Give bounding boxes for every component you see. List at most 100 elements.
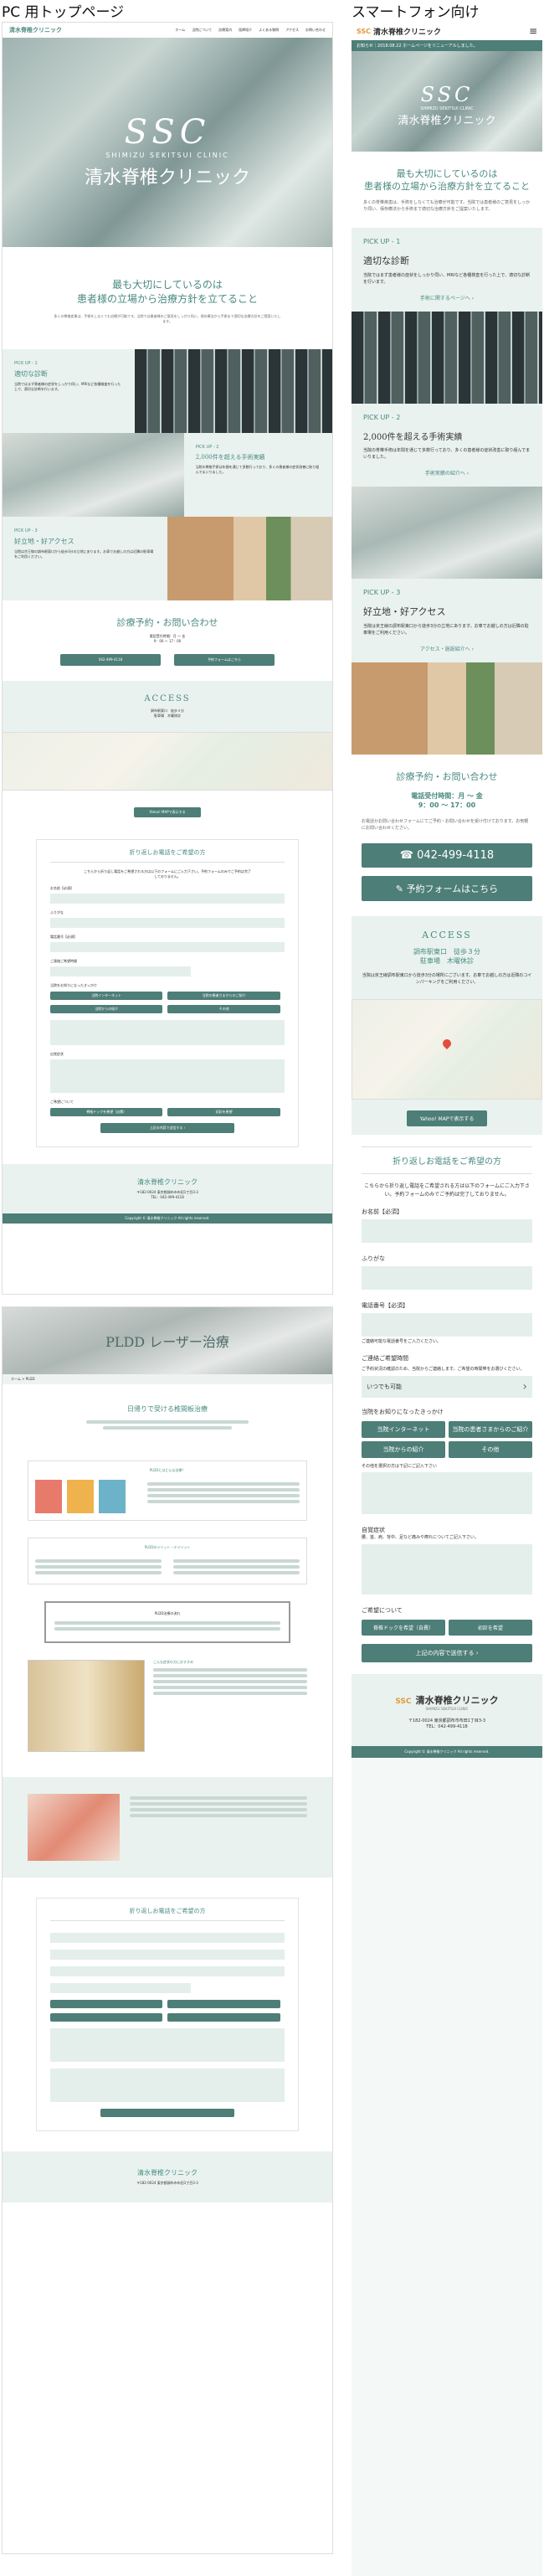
logo[interactable]: 清水脊椎クリニック <box>9 26 62 34</box>
pldd-neck-block <box>3 1777 332 1878</box>
nav-contact[interactable]: お問い合わせ <box>305 28 326 33</box>
pc-req-opt-2[interactable]: 初診を希望 <box>167 1108 280 1116</box>
nav-doctor[interactable]: 医師紹介 <box>239 28 252 33</box>
sp-form-button[interactable]: ✎ 予約フォームはこちら <box>362 876 532 901</box>
pldd-other-textarea[interactable] <box>50 2028 285 2062</box>
pldd-source-opt-1[interactable] <box>50 2000 163 2008</box>
pc-footer-logo: 清水脊椎クリニック <box>137 1178 198 1186</box>
pldd-neck-image <box>28 1794 120 1861</box>
sp-source-opt-1[interactable]: 当院インターネット <box>362 1421 445 1438</box>
pc-source-opt-2[interactable]: 当院の患者さまからのご紹介 <box>167 992 280 1000</box>
sp-symptom-textarea[interactable] <box>362 1544 532 1595</box>
sp-menu-icon[interactable]: ≡ <box>529 25 537 37</box>
sp-pick3-title: 好立地・好アクセス <box>363 606 446 617</box>
pc-req-opt-1[interactable]: 脊椎ドックを希望（自費） <box>50 1108 163 1116</box>
sp-pick1-tag: PICK UP - 1 <box>363 238 401 245</box>
sp-access-body: 当院は京王線調布駅東口から徒歩3分の場所にございます。お車でお越しの方は近隣のコ… <box>362 973 532 985</box>
pick1-title: 適切な診断 <box>14 370 48 378</box>
sp-source-opt-2[interactable]: 当院の患者さまからのご紹介 <box>448 1421 532 1438</box>
nav-faq[interactable]: よくある質問 <box>259 28 279 33</box>
pldd-symptom-textarea[interactable] <box>50 2069 285 2102</box>
pc-tel-input[interactable] <box>50 942 285 952</box>
nav-access[interactable]: アクセス <box>285 28 299 33</box>
sp-pick3-image <box>352 662 542 755</box>
pldd-tel-input[interactable] <box>50 1966 285 1976</box>
sp-pick1-link[interactable]: 手術に関するページへ › <box>363 294 531 301</box>
intro-section: 最も大切にしているのは 患者様の立場から治療方針を立てること 多くの脊椎疾患は、… <box>3 247 332 349</box>
sp-time-select[interactable]: いつでも可能 › <box>362 1376 532 1398</box>
sp-req-opt-1[interactable]: 脊椎ドックを希望（自費） <box>362 1620 445 1636</box>
nav-home[interactable]: ホーム <box>175 28 185 33</box>
pldd-time-select[interactable] <box>50 1983 191 1993</box>
pldd-form-title: 折り返しお電話をご希望の方 <box>50 1907 285 1921</box>
pc-form-intro: こちらから折り返し電話をご希望される方は以下のフォームにご入力下さい。予約フォー… <box>84 869 251 878</box>
pldd-name-input[interactable] <box>50 1933 285 1943</box>
sp-submit-button[interactable]: 上記の内容で送信する › <box>362 1644 532 1662</box>
sp-phone-button[interactable]: ☎ 042-499-4118 <box>362 843 532 868</box>
sp-access-closed: 駐車場 木曜休診 <box>420 957 474 965</box>
sp-contact-note: お電話かお問い合わせフォームにてご予約・お問い合わせを受け付けております。お気軽… <box>362 819 529 831</box>
pc-kana-input[interactable] <box>50 918 285 928</box>
pc-name-input[interactable] <box>50 894 285 904</box>
pc-submit-button[interactable]: 上記の内容で送信する › <box>100 1123 234 1133</box>
sp-tel-input[interactable] <box>362 1313 532 1337</box>
pc-phone-button[interactable]: 042-499-4118 <box>60 654 161 666</box>
pldd-card1-title: PLDDとはどんな治療？ <box>149 1468 186 1472</box>
pc-pldd-page: PLDD レーザー治療 ホーム > PLDD 日帰りで受ける椎間板治療 PLDD… <box>2 1306 333 2554</box>
sp-pick2-link[interactable]: 手術実績の紹介へ › <box>363 469 531 477</box>
sp-pick3-body: 当院は京王線の調布駅東口から徒歩3分の立地にあります。お車でお越しの方は近隣の駐… <box>363 624 529 636</box>
sp-map-button[interactable]: Yahoo! MAPで表示する <box>406 1110 488 1126</box>
sp-form-time-label: ご連絡ご希望時間 <box>362 1355 408 1362</box>
sp-kana-input[interactable] <box>362 1266 532 1290</box>
pldd-submit-button[interactable] <box>100 2109 234 2117</box>
pldd-title: PLDD レーザー治療 <box>105 1334 229 1350</box>
sp-label: スマートフォン向け <box>352 4 480 21</box>
sp-contact-hours-time: 9：00 ～ 17：00 <box>418 801 476 809</box>
pc-map-button[interactable]: Yahoo! MAPで表示する <box>134 807 201 817</box>
sp-pick-3: PICK UP - 3 好立地・好アクセス 当院は京王線の調布駅東口から徒歩3分… <box>352 579 542 662</box>
sp-req-opt-2[interactable]: 初診を希望 <box>448 1620 532 1636</box>
nav-medical[interactable]: 診療案内 <box>218 28 232 33</box>
pc-form-title: 折り返しお電話をご希望の方 <box>50 848 285 863</box>
sp-footer-addr: 〒182-0024 東京都調布市布田1丁目3-3 <box>408 1718 485 1723</box>
pc-symptom-textarea[interactable] <box>50 1059 285 1093</box>
sp-source-opt-3[interactable]: 当院からの紹介 <box>362 1441 445 1458</box>
sp-news-banner[interactable]: お知らせ｜2018.08.22 ホームページをリニューアルしました。 <box>352 40 542 51</box>
sp-intro-lead1: 最も大切にしているのは <box>396 168 498 179</box>
sp-form: 折り返しお電話をご希望の方 こちらから折り返し電話をご希望される方は以下のフォー… <box>352 1135 542 1674</box>
pc-other-textarea[interactable] <box>50 1020 285 1045</box>
pldd-source-opt-3[interactable] <box>50 2013 163 2022</box>
sp-name-input[interactable] <box>362 1219 532 1243</box>
pc-pick-3: PICK UP - 3 好立地・好アクセス 当院は京王線の調布駅東口から徒歩3分… <box>3 517 332 600</box>
sp-other-textarea[interactable] <box>362 1472 532 1514</box>
pldd-source-opt-2[interactable] <box>167 2000 280 2008</box>
sp-copyright: Copyright © 清水脊椎クリニック All rights reserve… <box>352 1746 542 1758</box>
pldd-source-opt-4[interactable] <box>167 2013 280 2022</box>
pc-form-button[interactable]: 予約フォームはこちら <box>174 654 275 666</box>
sp-pick3-link[interactable]: アクセス・施設紹介へ › <box>363 645 531 652</box>
pc-source-opt-3[interactable]: 当院からの紹介 <box>50 1005 163 1013</box>
hero-logo-mark: SSC <box>124 113 211 152</box>
pldd-kana-input[interactable] <box>50 1950 285 1960</box>
pc-contact-title: 診療予約・お問い合わせ <box>116 617 218 628</box>
sp-form-intro: こちらから折り返し電話をご希望される方は以下のフォームにご入力下さい。予約フォー… <box>364 1183 530 1198</box>
pc-nav: ホーム 当院について 診療案内 医師紹介 よくある質問 アクセス お問い合わせ <box>175 28 326 33</box>
pc-footer-tel: TEL：042-499-4118 <box>151 1195 184 1199</box>
pldd-card2-title: PLDDのメリット・デメリット <box>144 1545 191 1549</box>
pc-map[interactable] <box>3 732 332 791</box>
pldd-lead-block: 日帰りで受ける椎間板治療 <box>3 1384 332 1452</box>
sp-form-time-note: ご予約状況の確認のため、当院からご連絡します。ご希望の時間帯をお選びください。 <box>362 1367 525 1372</box>
pc-source-opt-4[interactable]: その他 <box>167 1005 280 1013</box>
nav-about[interactable]: 当院について <box>192 28 212 33</box>
pc-time-select[interactable] <box>50 966 191 976</box>
sp-logo[interactable]: 清水脊椎クリニック <box>373 26 441 37</box>
sp-form-kana-label: ふりがな <box>362 1255 385 1262</box>
sp-source-opt-4[interactable]: その他 <box>448 1441 532 1458</box>
pc-source-opt-1[interactable]: 当院インターネット <box>50 992 163 1000</box>
sp-map[interactable] <box>352 999 542 1100</box>
pc-access-title: ACCESS <box>144 694 191 703</box>
sp-pick2-title: 2,000件を超える手術実績 <box>363 433 463 442</box>
pldd-lead: 日帰りで受ける椎間板治療 <box>127 1405 208 1413</box>
sp-pick2-body: 当院の脊椎手術は年間を通じて多数行っており、多くの患者様の症状改善に取り組んでま… <box>363 448 531 460</box>
sp-contact-title: 診療予約・お問い合わせ <box>396 771 498 782</box>
